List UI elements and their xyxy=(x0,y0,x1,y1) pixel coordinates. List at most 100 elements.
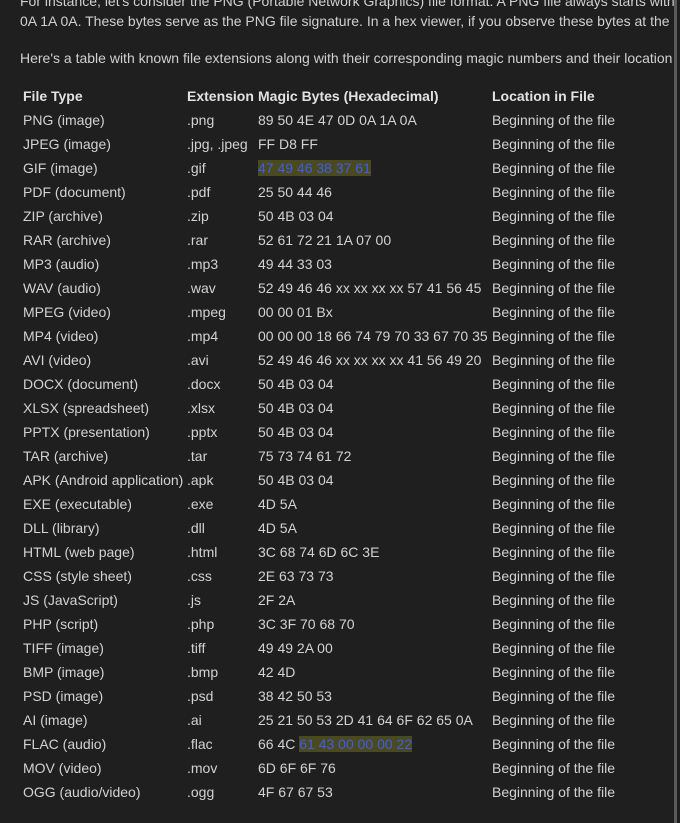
cell-file-type: PNG (image) xyxy=(23,112,105,128)
cell-location: Beginning of the file xyxy=(492,424,615,440)
cell-magic-bytes: 00 00 01 Bx xyxy=(255,300,489,324)
magic-bytes-text: 6D 6F 6F 76 xyxy=(258,760,336,776)
cell-magic-bytes: 25 50 44 46 xyxy=(255,180,489,204)
cell-magic-bytes: 47 49 46 38 37 61 xyxy=(255,156,489,180)
cell-magic-bytes: 00 00 00 18 66 74 79 70 33 67 70 35 xyxy=(255,324,489,348)
intro-paragraph: For instance, let's consider the PNG (Po… xyxy=(20,0,677,31)
cell-file-type: TAR (archive) xyxy=(23,448,109,464)
cell-magic-bytes: 25 21 50 53 2D 41 64 6F 62 65 0A xyxy=(255,708,489,732)
intro-line-1: For instance, let's consider the PNG (Po… xyxy=(20,0,675,9)
cell-location: Beginning of the file xyxy=(492,112,615,128)
table-row: OGG (audio/video) .ogg 4F 67 67 53 Beginnin… xyxy=(20,780,672,804)
magic-bytes-text: 89 50 4E 47 0D 0A 1A 0A xyxy=(258,112,417,128)
cell-location: Beginning of the file xyxy=(492,712,615,728)
cell-file-type: PPTX (presentation) xyxy=(23,424,150,440)
cell-file-type: WAV (audio) xyxy=(23,280,101,296)
magic-bytes-text: 52 49 46 46 xx xx xx xx 41 56 49 20 xyxy=(258,352,482,368)
cell-file-type: BMP (image) xyxy=(23,664,105,680)
cell-location: Beginning of the file xyxy=(492,208,615,224)
magic-bytes-text: 50 4B 03 04 xyxy=(258,472,334,488)
magic-bytes-text: 42 4D xyxy=(258,664,296,680)
cell-file-type: MP3 (audio) xyxy=(23,256,100,272)
cell-location: Beginning of the file xyxy=(492,592,615,608)
table-row: JS (JavaScript) .js 2F 2A Beginning of the … xyxy=(20,588,672,612)
cell-extension: .js xyxy=(187,592,201,608)
cell-magic-bytes: 75 73 74 61 72 xyxy=(255,444,489,468)
table-row: WAV (audio) .wav 52 49 46 46 xx xx xx xx 5… xyxy=(20,276,672,300)
cell-extension: .psd xyxy=(187,688,214,704)
cell-file-type: APK (Android application) xyxy=(23,472,184,488)
cell-file-type: MOV (video) xyxy=(23,760,102,776)
magic-bytes-text: 50 4B 03 04 xyxy=(258,424,334,440)
cell-file-type: ZIP (archive) xyxy=(23,208,103,224)
cell-extension: .php xyxy=(187,616,215,632)
cell-magic-bytes: 6D 6F 6F 76 xyxy=(255,756,489,780)
magic-bytes-text: 00 00 01 Bx xyxy=(258,304,333,320)
cell-location: Beginning of the file xyxy=(492,448,615,464)
magic-bytes-text: 52 49 46 46 xx xx xx xx 57 41 56 45 xyxy=(258,280,482,296)
cell-location: Beginning of the file xyxy=(492,280,615,296)
cell-extension: .xlsx xyxy=(187,400,215,416)
cell-extension: .exe xyxy=(187,496,214,512)
cell-file-type: AI (image) xyxy=(23,712,88,728)
table-row: CSS (style sheet) .css 2E 63 73 73 Beginnin… xyxy=(20,564,672,588)
cell-extension: .zip xyxy=(187,208,209,224)
cell-file-type: PSD (image) xyxy=(23,688,104,704)
cell-location: Beginning of the file xyxy=(492,376,615,392)
cell-magic-bytes: 38 42 50 53 xyxy=(255,684,489,708)
table-row: MP4 (video) .mp4 00 00 00 18 66 74 79 70 3… xyxy=(20,324,672,348)
table-row: BMP (image) .bmp 42 4D Beginning of the fil… xyxy=(20,660,672,684)
header-magic-bytes: Magic Bytes (Hexadecimal) xyxy=(258,88,439,104)
chat-message-content: For instance, let's consider the PNG (Po… xyxy=(0,0,677,823)
selected-text-highlight: 47 49 46 38 37 61 xyxy=(258,160,371,176)
cell-location: Beginning of the file xyxy=(492,136,615,152)
cell-location: Beginning of the file xyxy=(492,352,615,368)
cell-file-type: RAR (archive) xyxy=(23,232,111,248)
table-row: RAR (archive) .rar 52 61 72 21 1A 07 00 Beg… xyxy=(20,228,672,252)
table-row: PSD (image) .psd 38 42 50 53 Beginning of t… xyxy=(20,684,672,708)
table-row: XLSX (spreadsheet) .xlsx 50 4B 03 04 Beginn… xyxy=(20,396,672,420)
cell-magic-bytes: 2E 63 73 73 xyxy=(255,564,489,588)
cell-extension: .mov xyxy=(187,760,218,776)
cell-magic-bytes: 50 4B 03 04 xyxy=(255,420,489,444)
cell-magic-bytes: FF D8 FF xyxy=(255,132,489,156)
cell-extension: .html xyxy=(187,544,218,560)
cell-extension: .dll xyxy=(187,520,205,536)
cell-magic-bytes: 52 49 46 46 xx xx xx xx 41 56 49 20 xyxy=(255,348,489,372)
header-extension: Extension xyxy=(187,88,254,104)
cell-file-type: PHP (script) xyxy=(23,616,99,632)
table-row: PHP (script) .php 3C 3F 70 68 70 Beginning … xyxy=(20,612,672,636)
cell-magic-bytes: 4F 67 67 53 xyxy=(255,780,489,804)
cell-location: Beginning of the file xyxy=(492,760,615,776)
cell-location: Beginning of the file xyxy=(492,184,615,200)
cell-file-type: DLL (library) xyxy=(23,520,100,536)
table-row: PPTX (presentation) .pptx 50 4B 03 04 Begin… xyxy=(20,420,672,444)
cell-magic-bytes: 2F 2A xyxy=(255,588,489,612)
cell-file-type: JS (JavaScript) xyxy=(23,592,118,608)
cell-extension: .tiff xyxy=(187,640,206,656)
table-header-row: File Type Extension Magic Bytes (Hexadec… xyxy=(20,84,672,108)
table-row: FLAC (audio) .flac 66 4C 61 43 00 00 00 22… xyxy=(20,732,672,756)
cell-extension: .apk xyxy=(187,472,214,488)
cell-magic-bytes: 50 4B 03 04 xyxy=(255,396,489,420)
cell-extension: .png xyxy=(187,112,215,128)
cell-file-type: FLAC (audio) xyxy=(23,736,107,752)
cell-extension: .wav xyxy=(187,280,216,296)
magic-bytes-text: 50 4B 03 04 xyxy=(258,208,334,224)
cell-extension: .mp4 xyxy=(187,328,219,344)
cell-extension: .pptx xyxy=(187,424,218,440)
cell-magic-bytes: 42 4D xyxy=(255,660,489,684)
table-row: MPEG (video) .mpeg 00 00 01 Bx Beginning of… xyxy=(20,300,672,324)
cell-file-type: HTML (web page) xyxy=(23,544,135,560)
cell-magic-bytes: 89 50 4E 47 0D 0A 1A 0A xyxy=(255,108,489,132)
cell-location: Beginning of the file xyxy=(492,256,615,272)
cell-file-type: DOCX (document) xyxy=(23,376,139,392)
magic-bytes-text: 4F 67 67 53 xyxy=(258,784,333,800)
cell-file-type: EXE (executable) xyxy=(23,496,132,512)
cell-file-type: TIFF (image) xyxy=(23,640,104,656)
cell-extension: .flac xyxy=(187,736,213,752)
cell-extension: .jpg, .jpeg xyxy=(187,136,248,152)
cell-location: Beginning of the file xyxy=(492,400,615,416)
table-row: TIFF (image) .tiff 49 49 2A 00 Beginning of… xyxy=(20,636,672,660)
content-right-border xyxy=(674,0,677,823)
